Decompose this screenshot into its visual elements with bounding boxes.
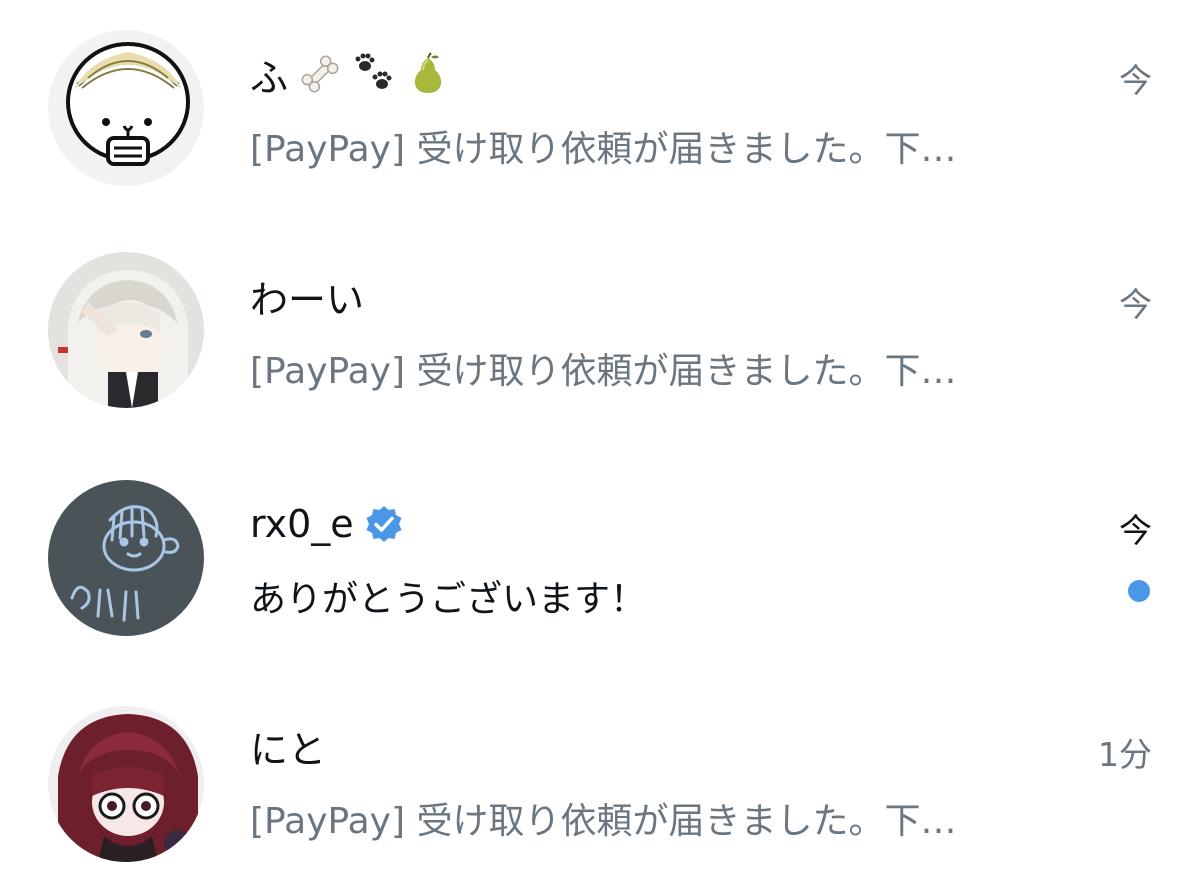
message-preview: [PayPay] 受け取り依頼が届きました。下… bbox=[250, 129, 957, 170]
display-name: わーい bbox=[250, 277, 365, 322]
paw-prints-emoji-icon bbox=[352, 52, 396, 96]
display-name: にと bbox=[250, 727, 327, 772]
name-line: にと bbox=[250, 716, 326, 776]
name-line: わーい bbox=[250, 266, 364, 326]
unread-indicator-dot bbox=[1128, 580, 1150, 602]
chalkboard-doodle-avatar-image bbox=[48, 480, 204, 636]
name-line: ふ bbox=[250, 44, 450, 104]
display-name: rx0_e bbox=[250, 502, 354, 546]
verified-badge-icon bbox=[364, 504, 404, 544]
bone-emoji-icon bbox=[298, 52, 342, 96]
timestamp: 1分 bbox=[1098, 735, 1152, 774]
message-preview: [PayPay] 受け取り依頼が届きました。下… bbox=[250, 801, 957, 842]
message-preview: ありがとうございます！ bbox=[250, 579, 647, 620]
timestamp: 今 bbox=[1119, 511, 1152, 550]
name-line: rx0_e bbox=[250, 494, 404, 554]
conversation-row[interactable]: にと [PayPay] 受け取り依頼が届きました。下… 1分 bbox=[0, 660, 1200, 879]
conversation-row[interactable]: rx0_e ありがとうございます！ 今 bbox=[0, 440, 1200, 660]
conversation-row[interactable]: わーい [PayPay] 受け取り依頼が届きました。下… 今 bbox=[0, 220, 1200, 440]
message-list: ふ [PayPay] 受け取り依頼が届きました。下… 今 わーい [PayPay… bbox=[0, 0, 1200, 879]
timestamp: 今 bbox=[1119, 61, 1152, 100]
anime-white-hair-avatar-image bbox=[48, 252, 204, 408]
avatar[interactable] bbox=[48, 30, 204, 186]
message-preview: [PayPay] 受け取り依頼が届きました。下… bbox=[250, 351, 957, 392]
display-name: ふ bbox=[250, 55, 289, 100]
avatar[interactable] bbox=[48, 706, 204, 862]
timestamp: 今 bbox=[1119, 285, 1152, 324]
avatar[interactable] bbox=[48, 480, 204, 636]
anime-red-hair-avatar-image bbox=[48, 706, 204, 862]
conversation-row[interactable]: ふ [PayPay] 受け取り依頼が届きました。下… 今 bbox=[0, 0, 1200, 220]
avatar[interactable] bbox=[48, 252, 204, 408]
noodle-character-avatar-image bbox=[48, 30, 204, 186]
pear-emoji-icon bbox=[406, 52, 450, 96]
